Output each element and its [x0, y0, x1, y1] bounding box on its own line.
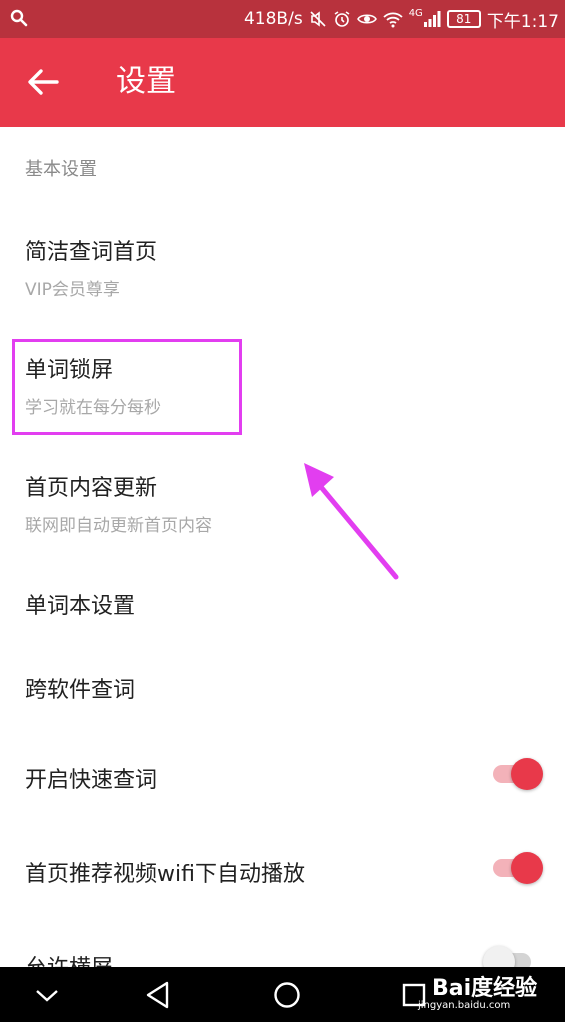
nav-back-button[interactable] [138, 977, 178, 1013]
annotation-arrow [304, 463, 399, 580]
setting-title: 单词本设置 [25, 594, 136, 619]
autoplay-video-toggle[interactable] [493, 850, 545, 886]
annotation-highlight-box [12, 339, 242, 435]
app-bar: 设置 [0, 38, 565, 127]
search-icon [10, 9, 28, 27]
nav-home-button[interactable] [267, 977, 307, 1013]
setting-wordbook[interactable]: 单词本设置 [0, 560, 565, 644]
alarm-icon [334, 11, 350, 27]
watermark-site: jingyan.baidu.com [418, 1000, 511, 1011]
setting-title: 首页推荐视频wifi下自动播放 [25, 862, 305, 887]
setting-title: 首页内容更新 [25, 476, 158, 501]
page-title: 设置 [116, 64, 176, 99]
toggle-thumb [511, 758, 543, 790]
setting-quick-lookup[interactable]: 开启快速查词 [0, 732, 565, 816]
clock: 下午1:17 [486, 11, 559, 32]
quick-lookup-toggle[interactable] [493, 756, 545, 792]
setting-title: 允许横屏 [25, 950, 113, 967]
arrow-left-icon [28, 69, 59, 95]
watermark-logo: Bai度经验 [432, 976, 538, 1001]
back-button[interactable] [20, 62, 66, 102]
setting-autoplay-video-wifi[interactable]: 首页推荐视频wifi下自动播放 [0, 826, 565, 912]
setting-cross-app-lookup[interactable]: 跨软件查词 [0, 646, 565, 730]
wifi-icon [383, 12, 403, 28]
setting-home-content-update[interactable]: 首页内容更新 联网即自动更新首页内容 [0, 436, 565, 548]
section-header: 基本设置 [25, 159, 97, 180]
battery-icon: 81 [446, 10, 481, 28]
chevron-down-icon [36, 990, 58, 1002]
setting-subtitle: 联网即自动更新首页内容 [25, 516, 212, 536]
toggle-thumb [511, 852, 543, 884]
network-speed: 418B/s [243, 9, 303, 29]
network-type: 4G [408, 7, 423, 19]
baidu-jingyan-watermark: Bai度经验 jingyan.baidu.com [398, 960, 560, 1018]
setting-title: 跨软件查词 [25, 678, 136, 703]
back-triangle-icon [146, 981, 169, 1009]
setting-title: 简洁查词首页 [25, 240, 158, 265]
eye-icon [356, 14, 377, 24]
setting-subtitle: VIP会员尊享 [25, 280, 120, 300]
mute-icon [310, 11, 326, 27]
home-circle-icon [274, 982, 300, 1008]
setting-title: 开启快速查词 [25, 768, 158, 793]
signal-icon [423, 11, 441, 27]
hide-nav-button[interactable] [27, 977, 67, 1013]
setting-simple-lookup-home[interactable]: 简洁查词首页 VIP会员尊享 [0, 200, 565, 312]
status-bar: 418B/s 4G 81 下午1:17 [0, 0, 565, 38]
